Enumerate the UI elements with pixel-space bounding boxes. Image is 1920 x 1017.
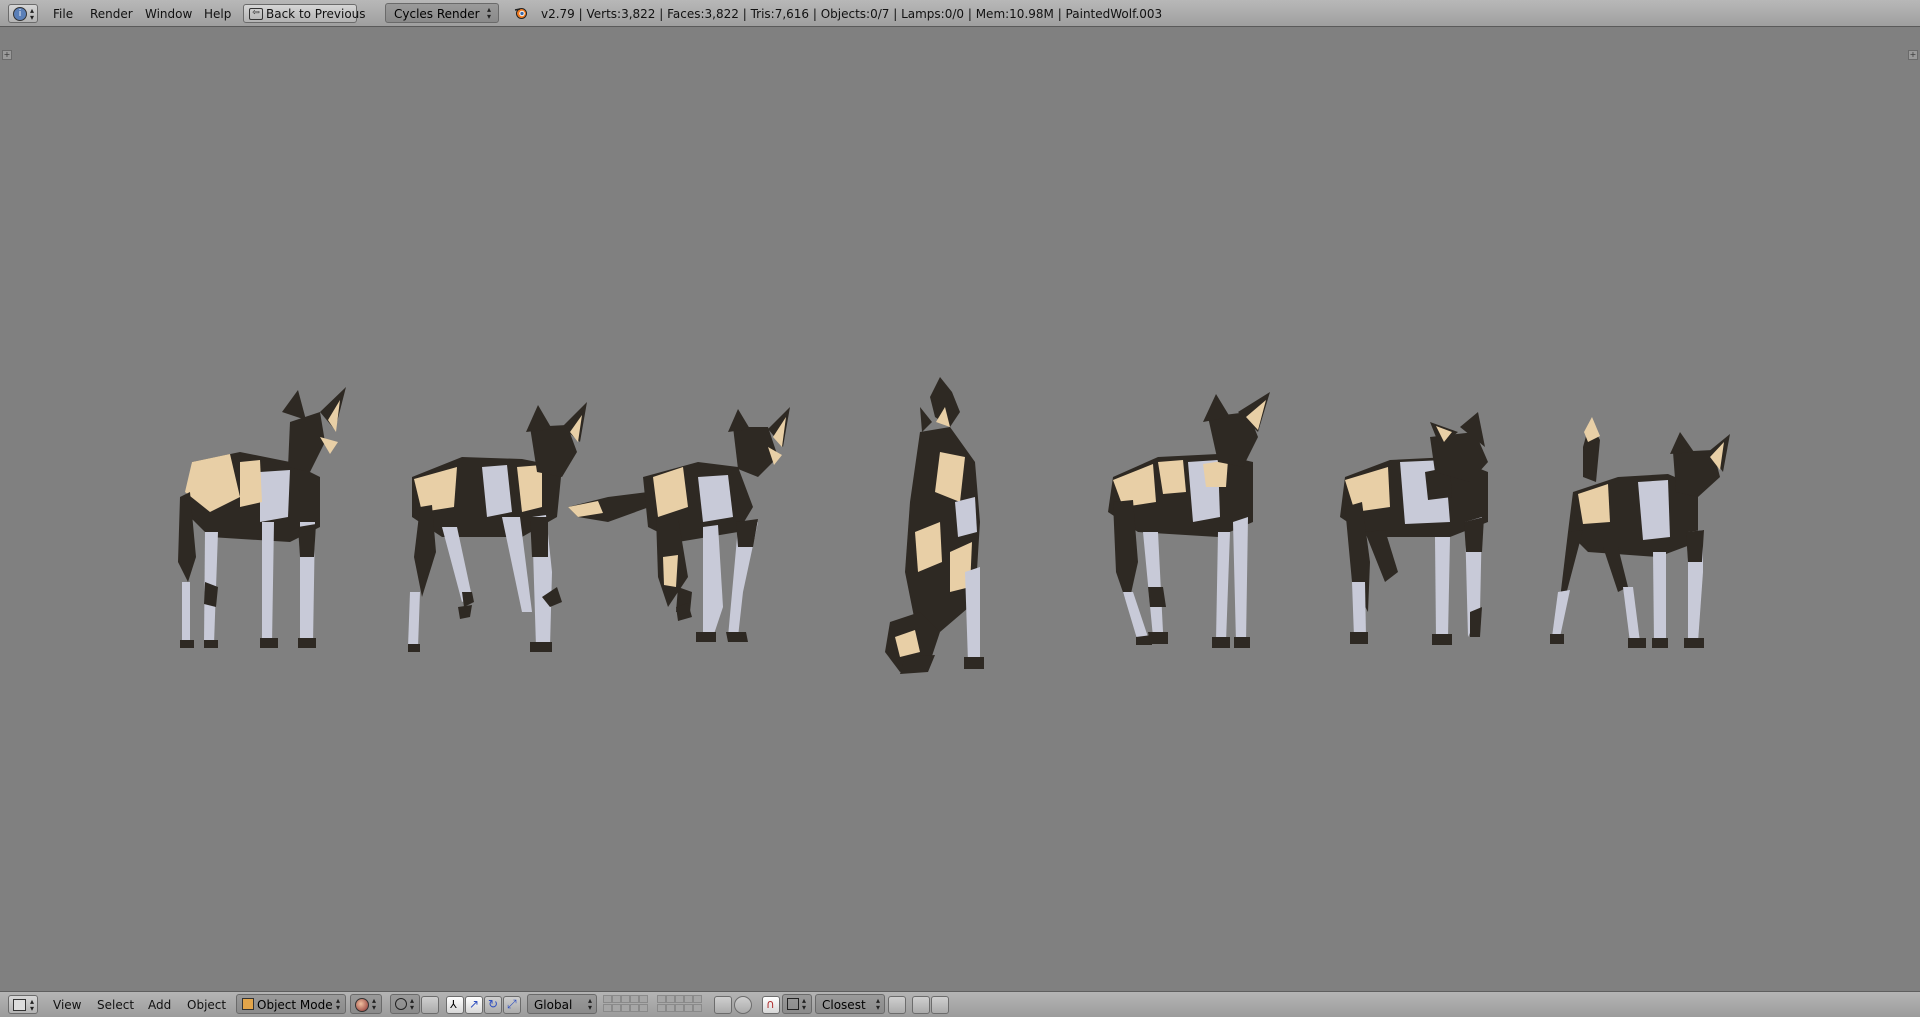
layer-16-button[interactable] xyxy=(657,1004,666,1012)
render-engine-select[interactable]: Cycles Render ▴ ▾ xyxy=(385,3,499,23)
menu-window[interactable]: Window xyxy=(145,7,192,21)
layer-7-button[interactable] xyxy=(666,995,675,1003)
properties-toggle-icon[interactable]: + xyxy=(1908,50,1918,60)
layer-9-button[interactable] xyxy=(684,995,693,1003)
layer-17-button[interactable] xyxy=(666,1004,675,1012)
menu-file[interactable]: File xyxy=(53,7,73,21)
viewport-shading-select[interactable]: ▴ ▾ xyxy=(350,994,382,1014)
layer-19-button[interactable] xyxy=(684,1004,693,1012)
info-header: i ▴ ▾ File Render Window Help ⇦ Back to P… xyxy=(0,0,1920,27)
mode-label: Object Mode xyxy=(257,998,333,1012)
render-animation-icon[interactable] xyxy=(931,996,949,1014)
painted-wolf-7[interactable] xyxy=(1548,412,1733,652)
3d-viewport[interactable]: + + xyxy=(0,27,1920,991)
layer-12-button[interactable] xyxy=(612,1004,621,1012)
menu-render[interactable]: Render xyxy=(90,7,133,21)
editor-type-button[interactable]: i ▴ ▾ xyxy=(8,4,38,23)
proportional-edit-icon[interactable] xyxy=(734,996,752,1014)
editor-type-button[interactable]: ▴ ▾ xyxy=(8,995,38,1014)
snap-element-select[interactable]: ▴ ▾ xyxy=(782,994,812,1014)
chevron-updown-icon: ▴ ▾ xyxy=(410,996,415,1012)
orientation-label: Global xyxy=(534,998,573,1012)
menu-select[interactable]: Select xyxy=(97,998,134,1012)
cube-icon xyxy=(242,998,254,1010)
layer-3-button[interactable] xyxy=(621,995,630,1003)
chevron-updown-icon: ▴ ▾ xyxy=(802,996,807,1012)
render-still-icon[interactable] xyxy=(912,996,930,1014)
layer-18-button[interactable] xyxy=(675,1004,684,1012)
translate-manipulator-icon[interactable]: ↗ xyxy=(465,996,483,1014)
back-to-previous-button[interactable]: ⇦ Back to Previous xyxy=(243,4,366,23)
layer-13-button[interactable] xyxy=(621,1004,630,1012)
chevron-updown-icon: ▴ ▾ xyxy=(336,996,341,1012)
layer-1-button[interactable] xyxy=(603,995,612,1003)
layer-15-button[interactable] xyxy=(639,1004,648,1012)
layer-6-button[interactable] xyxy=(657,995,666,1003)
pivot-icon xyxy=(395,998,407,1010)
transform-orientation-select[interactable]: Global ▴ ▾ xyxy=(527,994,597,1014)
shading-sphere-icon xyxy=(355,998,369,1012)
layer-5-button[interactable] xyxy=(639,995,648,1003)
painted-wolf-3[interactable] xyxy=(568,407,808,652)
chevron-updown-icon: ▴ ▾ xyxy=(30,997,35,1013)
back-icon: ⇦ xyxy=(249,8,263,20)
layer-14-button[interactable] xyxy=(630,1004,639,1012)
snap-target-select[interactable]: Closest ▴ ▾ xyxy=(815,994,885,1014)
chevron-updown-icon: ▴ ▾ xyxy=(487,5,492,21)
manipulator-center-points-icon[interactable] xyxy=(421,996,439,1014)
blender-logo-icon xyxy=(514,6,528,20)
snap-element-icon xyxy=(787,998,799,1010)
back-to-previous-label: Back to Previous xyxy=(266,7,366,21)
3d-view-icon xyxy=(13,999,26,1011)
mode-select[interactable]: Object Mode ▴ ▾ xyxy=(236,994,346,1014)
painted-wolf-5[interactable] xyxy=(1108,392,1278,652)
layer-11-button[interactable] xyxy=(603,1004,612,1012)
layer-10-button[interactable] xyxy=(693,995,702,1003)
painted-wolf-sitting[interactable] xyxy=(880,372,1000,677)
info-icon: i xyxy=(13,7,27,21)
snap-toggle-icon[interactable]: ∩ xyxy=(762,996,780,1014)
opengl-render-image-icon[interactable] xyxy=(888,996,906,1014)
pivot-point-select[interactable]: ▴ ▾ xyxy=(390,994,420,1014)
snap-target-label: Closest xyxy=(822,998,866,1012)
chevron-updown-icon: ▴ ▾ xyxy=(372,996,377,1012)
layer-4-button[interactable] xyxy=(630,995,639,1003)
scene-statistics: v2.79 | Verts:3,822 | Faces:3,822 | Tris… xyxy=(541,7,1163,21)
lock-layers-icon[interactable] xyxy=(714,996,732,1014)
menu-help[interactable]: Help xyxy=(204,7,231,21)
menu-add[interactable]: Add xyxy=(148,998,171,1012)
layer-20-button[interactable] xyxy=(693,1004,702,1012)
layer-buttons[interactable] xyxy=(603,994,711,1016)
chevron-updown-icon: ▴ ▾ xyxy=(876,996,881,1012)
painted-wolf-1[interactable] xyxy=(170,382,350,652)
menu-object[interactable]: Object xyxy=(187,998,226,1012)
render-engine-label: Cycles Render xyxy=(394,7,480,21)
chevron-updown-icon: ▴ ▾ xyxy=(588,996,593,1012)
toolshelf-toggle-icon[interactable]: + xyxy=(2,50,12,60)
layer-2-button[interactable] xyxy=(612,995,621,1003)
scale-manipulator-icon[interactable]: ⤢ xyxy=(503,996,521,1014)
chevron-updown-icon: ▴ ▾ xyxy=(30,6,35,22)
painted-wolf-6[interactable] xyxy=(1340,412,1500,652)
manipulator-toggle-icon[interactable]: ⅄ xyxy=(446,996,464,1014)
layer-8-button[interactable] xyxy=(675,995,684,1003)
menu-view[interactable]: View xyxy=(53,998,81,1012)
viewport-header: ▴ ▾ View Select Add Object Object Mode ▴ ▾… xyxy=(0,991,1920,1017)
rotate-manipulator-icon[interactable]: ↻ xyxy=(484,996,502,1014)
